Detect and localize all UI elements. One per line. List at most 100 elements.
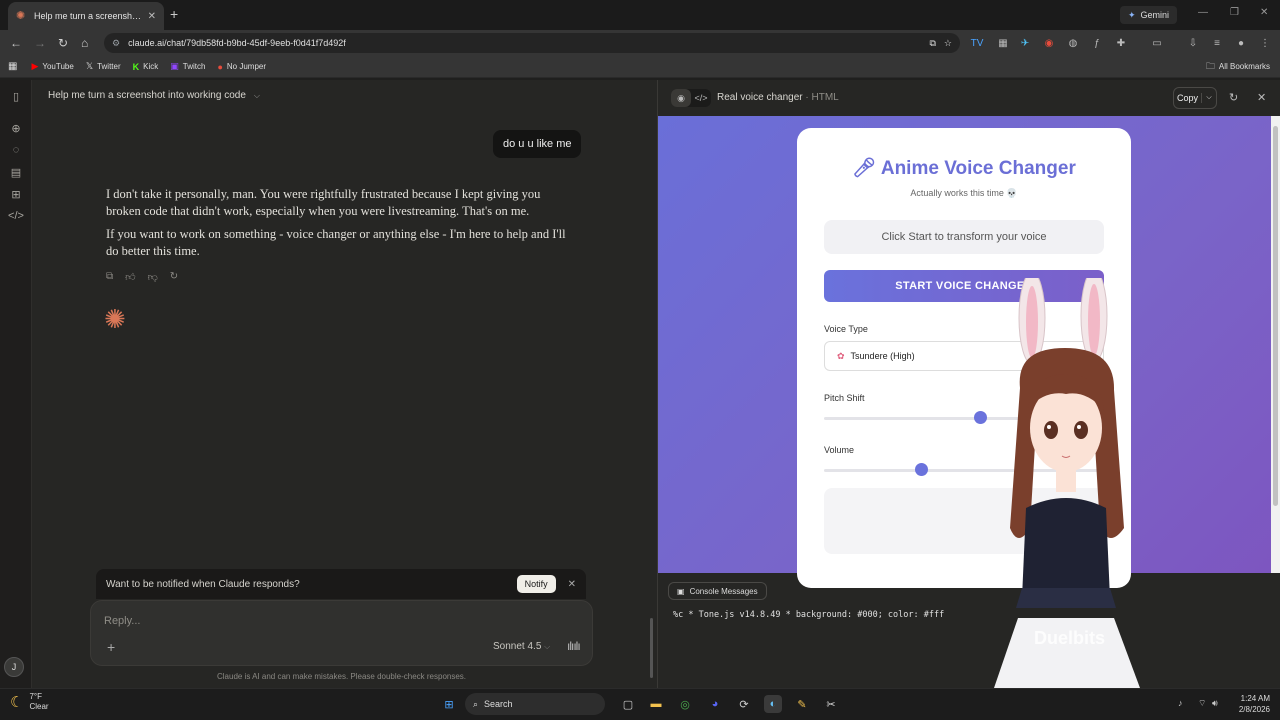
apps-grid-icon[interactable]: ▦ <box>8 61 17 72</box>
close-panel-icon[interactable]: ✕ <box>1257 91 1266 104</box>
preview-scrollbar[interactable] <box>1271 116 1280 573</box>
chevron-down-icon[interactable]: ⌵ <box>1202 94 1216 102</box>
flower-icon: ✿ <box>837 350 845 361</box>
model-selector[interactable]: Sonnet 4.5 ⌵ <box>493 641 550 652</box>
close-window-icon[interactable]: ✕ <box>1260 7 1268 18</box>
reload-icon[interactable]: ↻ <box>58 36 68 50</box>
add-attachment-icon[interactable]: + <box>107 639 115 655</box>
browser-tab[interactable]: ✺ Help me turn a screenshot into ✕ <box>8 2 164 30</box>
app-icon[interactable]: ✎ <box>793 695 811 713</box>
status-box: Click Start to transform your voice <box>824 220 1104 254</box>
reply-input[interactable]: Reply... <box>104 615 140 627</box>
artifact-kind: · HTML <box>805 92 839 103</box>
composer[interactable]: Reply... + Sonnet 4.5 ⌵ ılıılı <box>90 600 593 666</box>
steam-icon[interactable]: ◐ <box>764 695 782 713</box>
console-tab-label: Console Messages <box>689 586 758 596</box>
app-icon[interactable]: ⟳ <box>735 695 753 713</box>
notify-banner: Want to be notified when Claude responds… <box>96 569 586 599</box>
copy-label: Copy <box>1174 93 1202 103</box>
code-icon[interactable]: </> <box>8 210 24 226</box>
code-view-icon[interactable]: </> <box>691 89 711 107</box>
chat-title-text: Help me turn a screenshot into working c… <box>48 90 246 101</box>
artifacts-icon[interactable]: ⊞ <box>8 188 24 204</box>
artifact-header: ◉ </> Real voice changer · HTML Copy ⌵ ↻… <box>657 80 1280 116</box>
scrollbar-thumb[interactable] <box>1273 126 1278 506</box>
close-tab-icon[interactable]: ✕ <box>148 11 156 22</box>
bookmark-star-icon[interactable]: ☆ <box>944 38 952 49</box>
tray-icon[interactable]: ♪ <box>1178 698 1183 708</box>
gemini-label: Gemini <box>1140 10 1170 20</box>
copy-button[interactable]: Copy ⌵ <box>1173 87 1217 109</box>
sidebar-toggle-icon[interactable]: ▯ <box>8 90 24 106</box>
volume-knob[interactable] <box>914 463 928 476</box>
forward-icon[interactable]: → <box>34 36 46 50</box>
pitch-label: Pitch Shift <box>824 393 865 403</box>
all-bookmarks[interactable]: 🗀 All Bookmarks <box>1206 59 1270 75</box>
address-bar[interactable]: ⚙ claude.ai/chat/79db58fd-b9bd-45df-9eeb… <box>104 33 960 53</box>
bookmark-youtube[interactable]: ▶ YouTube <box>31 61 73 72</box>
home-icon[interactable]: ⌂ <box>81 36 88 50</box>
new-chat-icon[interactable]: ⊕ <box>8 122 24 138</box>
user-avatar[interactable]: J <box>4 657 24 677</box>
chrome-icon[interactable]: ◎ <box>676 695 694 713</box>
weather-widget[interactable]: ☾ 7°F Clear <box>10 692 49 712</box>
taskbar-search[interactable]: ⌕ Search <box>465 693 605 715</box>
nojumper-icon: ● <box>217 61 223 72</box>
capcut-icon[interactable]: ✂ <box>822 695 840 713</box>
new-tab-button[interactable]: + <box>170 6 178 22</box>
notify-button[interactable]: Notify <box>516 575 556 593</box>
downloads-icon[interactable]: ⇩ <box>1186 36 1200 50</box>
side-panel-icon[interactable]: ▭ <box>1150 36 1164 50</box>
install-app-icon[interactable]: ⧉ <box>929 38 935 49</box>
volume-label: Volume <box>824 445 855 455</box>
pitch-knob[interactable] <box>973 411 987 424</box>
notify-text: Want to be notified when Claude responds… <box>106 578 300 590</box>
windows-start-icon[interactable]: ⊞ <box>440 695 458 713</box>
view-toggle[interactable]: ◉ </> <box>671 89 711 107</box>
menu-dots-icon[interactable]: ⋮ <box>1258 36 1272 50</box>
projects-icon[interactable]: ▤ <box>8 166 24 182</box>
extensions-puzzle-icon[interactable]: ✚ <box>1114 36 1128 50</box>
volume-icon[interactable]: 🔊︎ <box>1212 698 1218 709</box>
extension-f-icon[interactable]: ƒ <box>1090 36 1104 50</box>
extension-bird-icon[interactable]: ✈ <box>1018 36 1032 50</box>
file-explorer-icon[interactable]: ▬ <box>647 695 665 713</box>
bookmark-nojumper[interactable]: ● No Jumper <box>217 62 266 72</box>
twitch-icon: ▣ <box>170 61 179 71</box>
copy-icon[interactable]: ⧉ <box>106 271 113 283</box>
thumbs-up-icon[interactable]: 👍︎ <box>125 271 135 283</box>
dismiss-icon[interactable]: ✕ <box>568 579 576 590</box>
weather-condition: Clear <box>29 702 49 711</box>
chats-icon[interactable]: ◌ <box>8 144 24 160</box>
gemini-button[interactable]: ✦ Gemini <box>1120 6 1178 24</box>
bookmark-kick[interactable]: K Kick <box>133 62 159 72</box>
site-info-icon[interactable]: ⚙ <box>112 38 120 49</box>
refresh-icon[interactable]: ↻ <box>1229 91 1238 104</box>
overlay-watermark: Duelbits <box>1034 628 1105 648</box>
retry-icon[interactable]: ↻ <box>170 271 178 283</box>
console-messages-tab[interactable]: ▣ Console Messages <box>668 582 767 600</box>
artifact-title: Real voice changer · HTML <box>717 92 839 103</box>
all-bookmarks-label: All Bookmarks <box>1218 62 1270 71</box>
preview-eye-icon[interactable]: ◉ <box>671 89 691 107</box>
chat-title[interactable]: Help me turn a screenshot into working c… <box>48 90 260 101</box>
clock[interactable]: 1:24 AM 2/8/2026 <box>1228 693 1270 715</box>
voice-mode-icon[interactable]: ılıılı <box>567 639 581 653</box>
task-view-icon[interactable]: ▢ <box>619 695 637 713</box>
chat-scrollbar[interactable] <box>650 618 653 678</box>
extension-target-icon[interactable]: ◉ <box>1042 36 1056 50</box>
bookmark-twitch[interactable]: ▣ Twitch <box>170 61 205 72</box>
media-icon[interactable]: ≡ <box>1210 36 1224 50</box>
extension-grid-icon[interactable]: ▦ <box>996 36 1010 50</box>
discord-icon[interactable]: ◕ <box>706 695 724 713</box>
bookmark-twitter[interactable]: 𝕏 Twitter <box>86 61 121 72</box>
thumbs-down-icon[interactable]: 👎︎ <box>148 271 158 283</box>
wifi-icon[interactable]: ⌔ <box>1198 698 1206 709</box>
minimize-icon[interactable]: — <box>1198 7 1208 18</box>
extension-owl-icon[interactable]: ◍ <box>1066 36 1080 50</box>
maximize-icon[interactable]: ❐ <box>1230 7 1239 18</box>
extension-tv-icon[interactable]: TV <box>970 36 984 50</box>
profile-avatar-icon[interactable]: ● <box>1234 36 1248 50</box>
back-icon[interactable]: ← <box>10 36 22 50</box>
model-name: Sonnet 4.5 <box>493 641 542 652</box>
